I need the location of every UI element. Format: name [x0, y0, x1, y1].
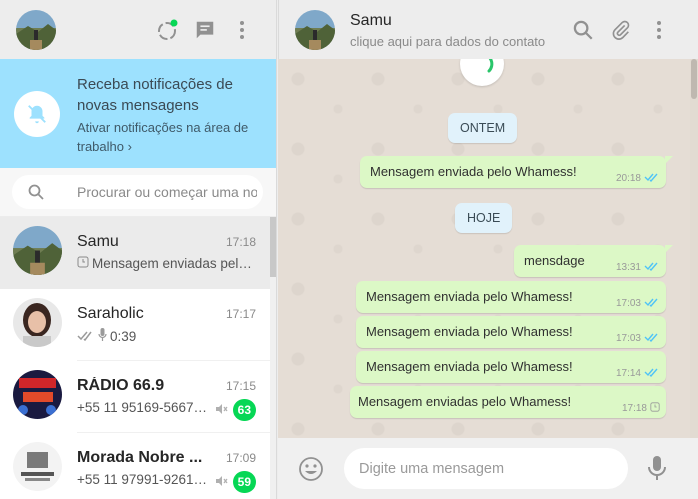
- search-icon[interactable]: [28, 184, 44, 205]
- message-meta: 17:18: [622, 402, 660, 415]
- enable-notifications-link[interactable]: Ativar notificações na área de trabalho …: [77, 118, 272, 156]
- message-meta: 17:14: [616, 367, 660, 380]
- message-bubble[interactable]: mensdage 13:31: [514, 245, 673, 277]
- notification-title: Receba notificações de novas mensagens: [77, 76, 233, 114]
- date-chip-yesterday: ONTEM: [448, 113, 518, 143]
- avatar: [13, 298, 62, 347]
- chat-time: 17:18: [225, 235, 256, 249]
- message-text: Mensagem enviadas pelo Whamess!: [358, 394, 572, 409]
- chat-time: 17:15: [225, 379, 256, 393]
- avatar: [13, 370, 62, 419]
- chat-preview: 0:39: [77, 328, 255, 344]
- avatar: [13, 442, 62, 491]
- contact-info-link[interactable]: clique aqui para dados do contato: [350, 34, 550, 49]
- bell-off-icon: [14, 91, 60, 137]
- chat-preview-text: +55 11 97991-9261: ...: [77, 472, 207, 487]
- message-time: 17:18: [621, 403, 647, 414]
- notification-banner: Receba notificações de novas mensagens A…: [0, 59, 276, 168]
- message-input[interactable]: [344, 448, 628, 489]
- chat-preview: +55 11 97991-9261: ...: [77, 472, 207, 487]
- read-ticks-icon: [644, 172, 660, 185]
- menu-icon[interactable]: [230, 18, 254, 42]
- chat-time: 17:09: [225, 451, 256, 465]
- clock-icon: [650, 402, 660, 415]
- message-meta: 17:03: [616, 332, 660, 345]
- chat-time: 17:17: [225, 307, 256, 321]
- chat-preview-text: 0:39: [110, 328, 137, 344]
- chat-list: Samu 17:18 Mensagem enviadas pelo Whames…: [0, 217, 270, 499]
- chat-menu-icon[interactable]: [647, 18, 671, 42]
- double-check-icon: [77, 329, 95, 344]
- unread-badge: 63: [232, 399, 256, 421]
- muted-icon: [214, 402, 228, 421]
- chat-list-pane: Receba notificações de novas mensagens A…: [0, 0, 277, 499]
- muted-icon: [214, 474, 228, 493]
- my-avatar[interactable]: [16, 10, 56, 50]
- message-scrollbar[interactable]: [690, 59, 698, 438]
- composer: [278, 438, 698, 499]
- message-meta: 17:03: [616, 297, 660, 310]
- message-text: Mensagem enviada pelo Whamess!: [366, 289, 573, 304]
- message-time: 17:03: [615, 333, 641, 344]
- read-ticks-icon: [644, 367, 660, 380]
- chat-name: Samu: [77, 233, 119, 250]
- message-meta: 13:31: [616, 261, 660, 274]
- avatar: [13, 226, 62, 275]
- loading-spinner-icon: [460, 59, 504, 86]
- contact-avatar[interactable]: [295, 10, 335, 50]
- message-time: 13:31: [615, 262, 641, 273]
- read-ticks-icon: [644, 332, 660, 345]
- message-bubble[interactable]: Mensagem enviada pelo Whamess! 17:03: [356, 281, 666, 313]
- message-text: mensdage: [524, 253, 585, 268]
- search-messages-icon[interactable]: [571, 18, 595, 42]
- chat-name: Saraholic: [77, 305, 144, 322]
- chat-item-morada-nobre[interactable]: Morada Nobre ... 17:09 +55 11 97991-9261…: [0, 433, 270, 499]
- message-time: 20:18: [615, 173, 641, 184]
- chat-item-radio[interactable]: RÁDIO 66.9 17:15 +55 11 95169-5667: 🎤 63: [0, 361, 270, 433]
- search-box: [12, 175, 263, 209]
- conversation-pane: Samu clique aqui para dados do contato O…: [278, 0, 698, 499]
- message-text: Mensagem enviada pelo Whamess!: [366, 324, 573, 339]
- left-header: [0, 0, 276, 59]
- message-time: 17:03: [615, 298, 641, 309]
- chat-preview-text: +55 11 95169-5667: 🎤: [77, 400, 207, 415]
- message-bubble[interactable]: Mensagem enviada pelo Whamess! 17:03: [356, 316, 666, 348]
- contact-name: Samu: [350, 12, 392, 29]
- message-bubble[interactable]: Mensagem enviada pelo Whamess! 20:18: [360, 156, 673, 188]
- enable-notifications-label: Ativar notificações na área de trabalho: [77, 120, 249, 154]
- read-ticks-icon: [644, 261, 660, 274]
- message-time: 17:14: [615, 368, 641, 379]
- message-bubble[interactable]: Mensagem enviadas pelo Whamess! 17:18: [350, 386, 666, 418]
- new-chat-icon[interactable]: [193, 18, 217, 42]
- chat-preview: +55 11 95169-5667: 🎤: [77, 400, 207, 416]
- chat-name: RÁDIO 66.9: [77, 377, 165, 394]
- message-text: Mensagem enviada pelo Whamess!: [370, 164, 577, 179]
- mic-icon[interactable]: [647, 455, 667, 486]
- message-meta: 20:18: [616, 172, 660, 185]
- chat-preview-text: Mensagem enviadas pelo Whamess!: [92, 256, 255, 271]
- chat-item-saraholic[interactable]: Saraholic 17:17 0:39: [0, 289, 270, 361]
- chat-item-samu[interactable]: Samu 17:18 Mensagem enviadas pelo Whames…: [0, 217, 270, 289]
- search-input[interactable]: [77, 175, 257, 209]
- read-ticks-icon: [644, 297, 660, 310]
- status-icon[interactable]: [156, 18, 180, 42]
- message-area[interactable]: ONTEM Mensagem enviada pelo Whamess! 20:…: [278, 59, 690, 438]
- conversation-header[interactable]: Samu clique aqui para dados do contato: [278, 0, 698, 59]
- date-chip-today: HOJE: [455, 203, 513, 233]
- chat-list-scrollbar[interactable]: [270, 217, 276, 499]
- scrollbar-thumb[interactable]: [691, 59, 697, 99]
- unread-badge: 59: [232, 471, 256, 493]
- message-bubble[interactable]: Mensagem enviada pelo Whamess! 17:14: [356, 351, 666, 383]
- emoji-icon[interactable]: [298, 456, 324, 487]
- mic-icon: [98, 328, 107, 344]
- chat-name: Morada Nobre ...: [77, 449, 203, 466]
- clock-icon: [77, 256, 89, 271]
- scrollbar-thumb[interactable]: [270, 217, 276, 277]
- message-text: Mensagem enviada pelo Whamess!: [366, 359, 573, 374]
- chevron-right-icon: ›: [127, 139, 132, 154]
- chat-preview: Mensagem enviadas pelo Whamess!: [77, 256, 255, 271]
- search-bar: [0, 168, 276, 217]
- attach-icon[interactable]: [609, 18, 633, 42]
